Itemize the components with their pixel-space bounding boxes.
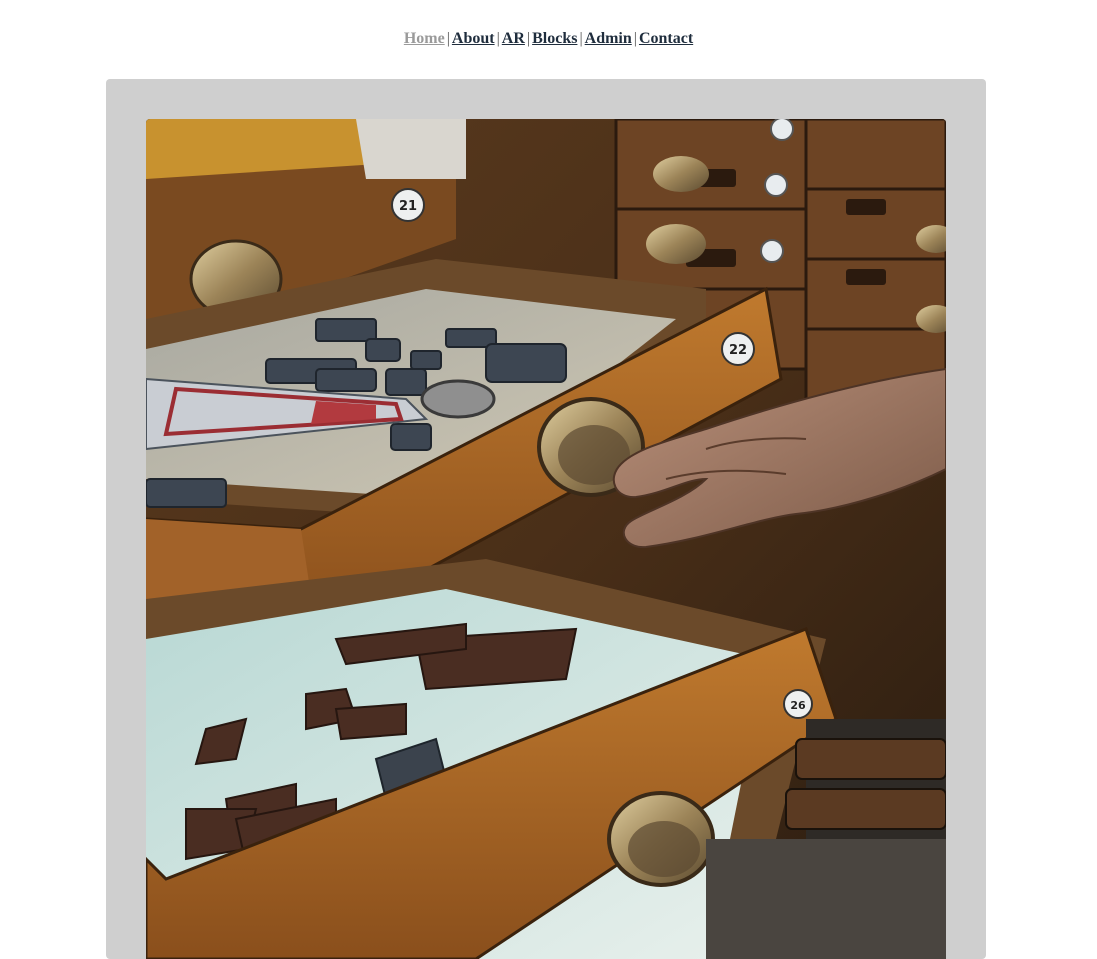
nav-link-blocks[interactable]: Blocks <box>532 30 577 47</box>
letterpress-drawers-illustration: 21 22 26 <box>146 119 946 959</box>
nav-separator: | <box>579 30 583 47</box>
drawer-label-22: 22 <box>729 343 747 358</box>
nav-link-home[interactable]: Home <box>404 30 445 47</box>
nav-link-about[interactable]: About <box>452 30 495 47</box>
nav-separator: | <box>633 30 637 47</box>
drawer-label-26: 26 <box>790 699 806 712</box>
top-navigation: Home | About | AR | Blocks | Admin | Contact <box>0 30 1097 48</box>
nav-link-ar[interactable]: AR <box>502 30 525 47</box>
nav-separator: | <box>446 30 450 47</box>
hero-card: 21 22 26 <box>106 79 986 959</box>
nav-link-admin[interactable]: Admin <box>585 30 632 47</box>
drawer-label-21: 21 <box>399 199 417 214</box>
nav-separator: | <box>526 30 531 47</box>
hero-photo-letterpress-drawers: 21 22 26 <box>146 119 946 959</box>
nav-link-contact[interactable]: Contact <box>639 30 693 47</box>
nav-separator: | <box>496 30 500 47</box>
